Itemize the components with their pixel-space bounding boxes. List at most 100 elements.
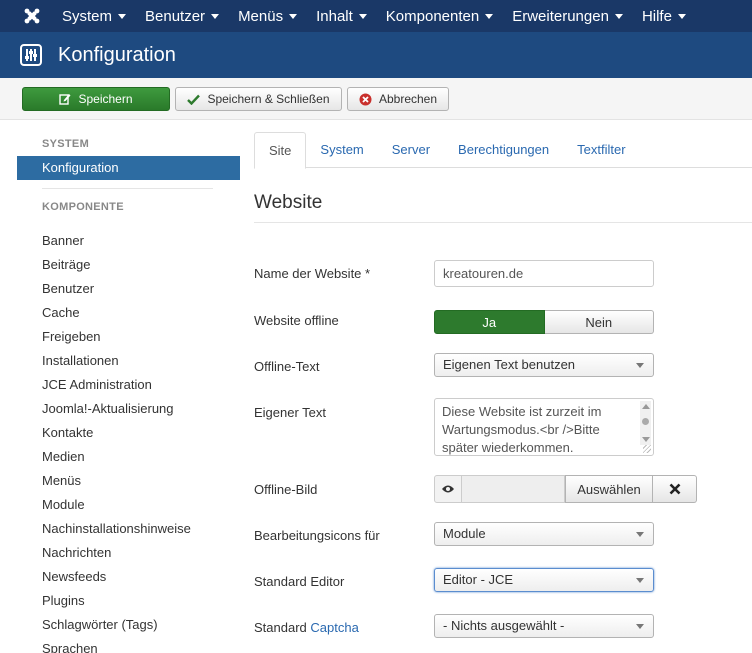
captcha-label-prefix: Standard [254, 620, 311, 635]
cancel-circle-icon [359, 93, 372, 106]
caret-down-icon [677, 13, 686, 19]
sidebar-item[interactable]: Kontakte [17, 421, 240, 445]
caret-down-icon [118, 13, 127, 19]
tab-server[interactable]: Server [378, 132, 444, 168]
frontend-edit-label: Bearbeitungsicons für [254, 528, 380, 543]
textarea-scrollbar[interactable] [640, 401, 651, 445]
sidebar-item[interactable]: Newsfeeds [17, 565, 240, 589]
nav-label: Komponenten [385, 7, 480, 25]
dropdown-arrow-icon [636, 624, 644, 629]
nav-menus[interactable]: Menüs [238, 7, 298, 25]
custom-text-label: Eigener Text [254, 405, 327, 420]
joomla-logo-icon[interactable] [22, 6, 42, 26]
resize-handle-icon[interactable] [643, 445, 651, 453]
choose-image-button[interactable]: Auswählen [565, 475, 653, 503]
save-close-button[interactable]: Speichern & Schließen [175, 87, 342, 111]
custom-text-value: Diese Website ist zurzeit im Wartungsmod… [442, 404, 602, 455]
sidebar-item[interactable]: Joomla!-Aktualisierung [17, 397, 240, 421]
sidebar-item[interactable]: Module [17, 493, 240, 517]
sidebar-header-system: SYSTEM [42, 138, 90, 150]
offline-label: Website offline [254, 313, 339, 328]
frontend-edit-select[interactable]: Module [434, 522, 654, 546]
section-title: Website [254, 192, 323, 213]
offline-image-field: Auswählen [434, 475, 697, 503]
nav-label: Erweiterungen [512, 7, 609, 25]
captcha-link[interactable]: Captcha [310, 620, 358, 635]
sidebar-item[interactable]: Cache [17, 301, 240, 325]
sidebar-item[interactable]: Benutzer [17, 277, 240, 301]
sidebar-item[interactable]: Menüs [17, 469, 240, 493]
tab-berechtigungen[interactable]: Berechtigungen [444, 132, 563, 168]
toolbar: Speichern Speichern & Schließen Abbreche… [0, 78, 752, 120]
offline-text-value: Eigenen Text benutzen [443, 357, 576, 372]
top-navbar: System Benutzer Menüs Inhalt Komponenten… [0, 0, 752, 32]
scroll-up-icon [642, 404, 650, 409]
close-icon [669, 483, 680, 495]
tab-system[interactable]: System [306, 132, 377, 168]
sidebar-item[interactable]: Medien [17, 445, 240, 469]
captcha-select[interactable]: - Nichts ausgewählt - [434, 614, 654, 638]
offline-no-button[interactable]: Nein [544, 310, 654, 334]
dropdown-arrow-icon [636, 578, 644, 583]
page-title: Konfiguration [58, 43, 176, 66]
eye-icon[interactable] [434, 475, 462, 503]
sidebar-header-komponente: KOMPONENTE [42, 201, 124, 213]
equalizer-icon [20, 44, 42, 66]
offline-yes-button[interactable]: Ja [434, 310, 545, 334]
nav-hilfe[interactable]: Hilfe [642, 8, 686, 25]
sidebar-item[interactable]: Beiträge [17, 253, 240, 277]
captcha-label: Standard Captcha [254, 620, 359, 635]
cancel-button[interactable]: Abbrechen [347, 87, 449, 111]
sidebar-item[interactable]: Freigeben [17, 325, 240, 349]
sidebar-item[interactable]: Schlagwörter (Tags) [17, 613, 240, 637]
caret-down-icon [358, 13, 367, 19]
sitename-input[interactable] [434, 260, 654, 287]
caret-down-icon [211, 13, 220, 19]
editor-select[interactable]: Editor - JCE [434, 568, 654, 592]
scroll-thumb[interactable] [642, 418, 649, 425]
sidebar: SYSTEM Konfiguration KOMPONENTE Banner Be… [17, 130, 240, 653]
sitename-label: Name der Website * [254, 266, 371, 281]
offline-text-select[interactable]: Eigenen Text benutzen [434, 353, 654, 377]
scroll-down-icon [642, 437, 650, 442]
nav-label: Menüs [238, 7, 284, 25]
offline-image-label: Offline-Bild [254, 482, 318, 497]
config-tabs: Site System Server Berechtigungen Textfi… [254, 132, 752, 169]
tab-site[interactable]: Site [254, 132, 307, 169]
nav-label: Benutzer [145, 7, 206, 25]
captcha-value: - Nichts ausgewählt - [443, 618, 565, 633]
custom-text-textarea[interactable]: Diese Website ist zurzeit im Wartungsmod… [434, 398, 654, 456]
editor-label: Standard Editor [254, 574, 345, 589]
nav-inhalt[interactable]: Inhalt [316, 8, 367, 25]
dropdown-arrow-icon [636, 363, 644, 368]
sidebar-item-konfiguration[interactable]: Konfiguration [17, 156, 240, 180]
sidebar-item[interactable]: Sprachen [17, 637, 240, 653]
nav-label: Hilfe [641, 7, 672, 25]
nav-system[interactable]: System [62, 7, 127, 25]
nav-benutzer[interactable]: Benutzer [145, 7, 220, 25]
frontend-edit-value: Module [443, 526, 486, 541]
sidebar-divider [42, 188, 213, 189]
nav-label: System [62, 7, 113, 25]
sidebar-item[interactable]: Nachinstallationshinweise [17, 517, 240, 541]
clear-image-button[interactable] [653, 475, 697, 503]
caret-down-icon [289, 13, 298, 19]
offline-image-path [462, 475, 565, 503]
save-button[interactable]: Speichern [22, 87, 170, 111]
tab-textfilter[interactable]: Textfilter [563, 132, 639, 168]
edit-icon [59, 93, 71, 105]
checkmark-icon [187, 94, 201, 105]
nav-komponenten[interactable]: Komponenten [385, 7, 494, 25]
editor-value: Editor - JCE [443, 572, 514, 587]
sidebar-item[interactable]: Banner [17, 229, 240, 253]
nav-erweiterungen[interactable]: Erweiterungen [512, 8, 623, 25]
save-close-button-label: Speichern & Schließen [207, 92, 330, 106]
section-divider [254, 222, 752, 223]
sidebar-item[interactable]: Installationen [17, 349, 240, 373]
nav-label: Inhalt [316, 7, 353, 25]
sidebar-item[interactable]: Plugins [17, 589, 240, 613]
sidebar-item[interactable]: Nachrichten [17, 541, 240, 565]
caret-down-icon [614, 13, 623, 19]
sidebar-item[interactable]: JCE Administration [17, 373, 240, 397]
cancel-button-label: Abbrechen [378, 92, 438, 106]
